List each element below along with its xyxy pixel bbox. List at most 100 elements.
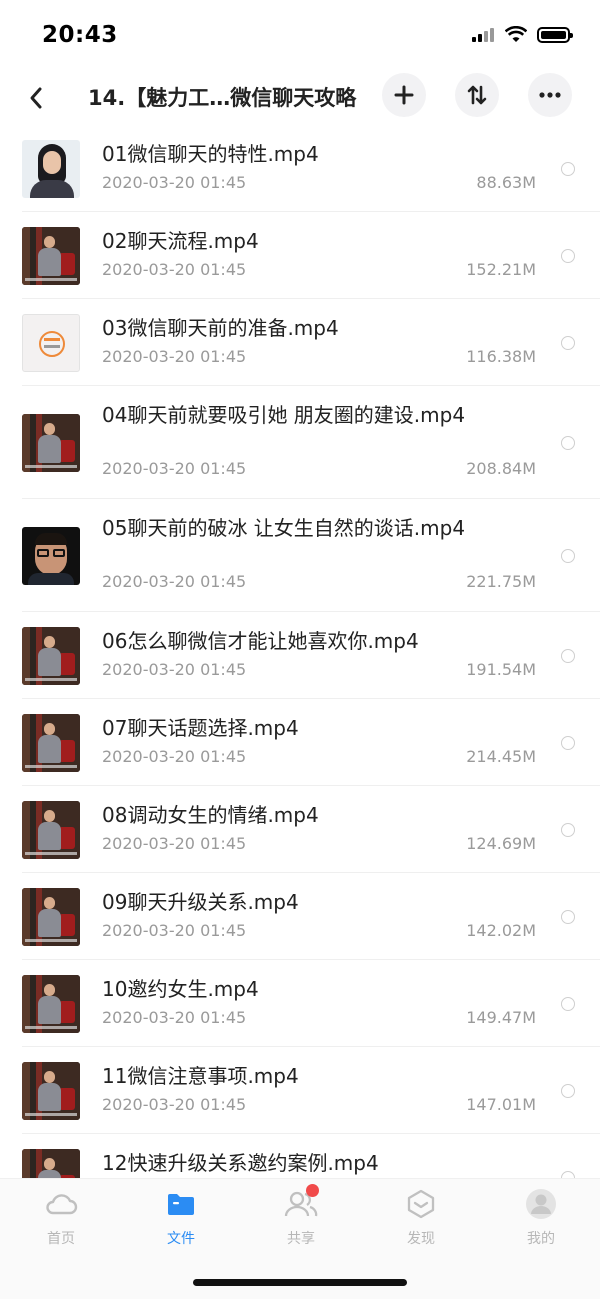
select-radio[interactable] — [561, 823, 575, 837]
select-radio[interactable] — [561, 649, 575, 663]
video-thumbnail — [22, 314, 80, 372]
file-row[interactable]: 05聊天前的破冰 让女生自然的谈话.mp4 2020-03-20 01:45 221… — [0, 499, 600, 612]
file-size: 214.45M — [466, 747, 536, 766]
file-date: 2020-03-20 01:45 — [102, 173, 247, 192]
status-bar: 20:43 — [0, 0, 600, 70]
video-thumbnail — [22, 140, 80, 198]
file-date: 2020-03-20 01:45 — [102, 347, 247, 366]
file-date: 2020-03-20 01:45 — [102, 260, 247, 279]
file-size: 208.84M — [466, 459, 536, 478]
file-row[interactable]: 08调动女生的情绪.mp4 2020-03-20 01:45 124.69M — [0, 786, 600, 873]
file-date: 2020-03-20 01:45 — [102, 572, 247, 591]
file-row[interactable]: 01微信聊天的特性.mp4 2020-03-20 01:45 88.63M — [0, 125, 600, 212]
file-date: 2020-03-20 01:45 — [102, 1095, 247, 1114]
file-name: 11微信注意事项.mp4 — [102, 1064, 299, 1088]
battery-icon — [537, 27, 573, 43]
file-size: 191.54M — [466, 660, 536, 679]
select-radio[interactable] — [561, 1171, 575, 1178]
file-name: 08调动女生的情绪.mp4 — [102, 803, 319, 827]
select-radio[interactable] — [561, 249, 575, 263]
cellular-signal-icon — [472, 28, 496, 42]
file-row[interactable]: 11微信注意事项.mp4 2020-03-20 01:45 147.01M — [0, 1047, 600, 1134]
tab-files[interactable]: 文件 — [141, 1187, 221, 1251]
plus-icon — [394, 85, 414, 105]
file-date: 2020-03-20 01:45 — [102, 747, 247, 766]
file-row[interactable]: 07聊天话题选择.mp4 2020-03-20 01:45 214.45M — [0, 699, 600, 786]
file-size: 124.69M — [466, 834, 536, 853]
select-radio[interactable] — [561, 910, 575, 924]
tab-discover[interactable]: 发现 — [381, 1187, 461, 1251]
back-button[interactable] — [20, 78, 52, 118]
tab-discover-label: 发现 — [407, 1231, 435, 1247]
file-name: 09聊天升级关系.mp4 — [102, 890, 299, 914]
file-row[interactable]: 06怎么聊微信才能让她喜欢你.mp4 2020-03-20 01:45 191.54… — [0, 612, 600, 699]
file-size: 116.38M — [466, 347, 536, 366]
file-size: 149.47M — [466, 1008, 536, 1027]
avatar-icon — [523, 1187, 559, 1221]
file-name: 10邀约女生.mp4 — [102, 977, 259, 1001]
file-size: 147.01M — [466, 1095, 536, 1114]
tab-home-label: 首页 — [47, 1231, 75, 1247]
file-row[interactable]: 12快速升级关系邀约案例.mp4 — [0, 1134, 600, 1178]
more-dots-icon — [539, 92, 561, 98]
wifi-icon — [504, 25, 528, 43]
tab-mine-label: 我的 — [527, 1231, 555, 1247]
file-size: 142.02M — [466, 921, 536, 940]
tab-share-label: 共享 — [287, 1231, 315, 1247]
select-radio[interactable] — [561, 162, 575, 176]
select-radio[interactable] — [561, 997, 575, 1011]
video-thumbnail — [22, 801, 80, 859]
video-thumbnail — [22, 714, 80, 772]
status-time: 20:43 — [42, 22, 118, 48]
page-title: 14.【魅力工…微信聊天攻略 — [88, 86, 357, 110]
select-radio[interactable] — [561, 436, 575, 450]
select-radio[interactable] — [561, 549, 575, 563]
select-radio[interactable] — [561, 736, 575, 750]
more-button[interactable] — [528, 73, 572, 117]
video-thumbnail — [22, 627, 80, 685]
folder-icon — [163, 1187, 199, 1221]
nav-bar: 14.【魅力工…微信聊天攻略 — [0, 70, 600, 126]
add-button[interactable] — [382, 73, 426, 117]
file-date: 2020-03-20 01:45 — [102, 459, 247, 478]
file-size: 152.21M — [466, 260, 536, 279]
file-list: 01微信聊天的特性.mp4 2020-03-20 01:45 88.63M 02聊天流… — [0, 125, 600, 1178]
file-name: 02聊天流程.mp4 — [102, 229, 259, 253]
file-date: 2020-03-20 01:45 — [102, 921, 247, 940]
tab-share[interactable]: 共享 — [261, 1184, 341, 1251]
video-thumbnail — [22, 1062, 80, 1120]
file-row[interactable]: 10邀约女生.mp4 2020-03-20 01:45 149.47M — [0, 960, 600, 1047]
file-name: 07聊天话题选择.mp4 — [102, 716, 299, 740]
file-row[interactable]: 03微信聊天前的准备.mp4 2020-03-20 01:45 116.38M — [0, 299, 600, 386]
discover-icon — [403, 1187, 439, 1221]
video-thumbnail — [22, 527, 80, 585]
video-thumbnail — [22, 227, 80, 285]
file-name: 03微信聊天前的准备.mp4 — [102, 316, 339, 340]
tab-home[interactable]: 首页 — [21, 1187, 101, 1251]
video-thumbnail — [22, 888, 80, 946]
tab-mine[interactable]: 我的 — [501, 1187, 581, 1251]
file-date: 2020-03-20 01:45 — [102, 660, 247, 679]
file-date: 2020-03-20 01:45 — [102, 834, 247, 853]
video-thumbnail — [22, 1149, 80, 1178]
select-radio[interactable] — [561, 336, 575, 350]
sort-icon — [467, 85, 487, 105]
video-thumbnail — [22, 975, 80, 1033]
file-row[interactable]: 04聊天前就要吸引她 朋友圈的建设.mp4 2020-03-20 01:45 208… — [0, 386, 600, 499]
file-size: 221.75M — [466, 572, 536, 591]
tab-files-label: 文件 — [167, 1231, 195, 1247]
file-size: 88.63M — [476, 173, 536, 192]
sort-button[interactable] — [455, 73, 499, 117]
select-radio[interactable] — [561, 1084, 575, 1098]
file-date: 2020-03-20 01:45 — [102, 1008, 247, 1027]
file-name: 01微信聊天的特性.mp4 — [102, 142, 319, 166]
video-thumbnail — [22, 414, 80, 472]
notification-badge — [306, 1184, 319, 1197]
file-name: 05聊天前的破冰 让女生自然的谈话.mp4 — [102, 516, 466, 540]
people-icon — [283, 1184, 319, 1221]
file-name: 06怎么聊微信才能让她喜欢你.mp4 — [102, 629, 419, 653]
file-row[interactable]: 02聊天流程.mp4 2020-03-20 01:45 152.21M — [0, 212, 600, 299]
home-indicator — [193, 1279, 407, 1286]
chevron-left-icon — [30, 87, 42, 109]
file-row[interactable]: 09聊天升级关系.mp4 2020-03-20 01:45 142.02M — [0, 873, 600, 960]
